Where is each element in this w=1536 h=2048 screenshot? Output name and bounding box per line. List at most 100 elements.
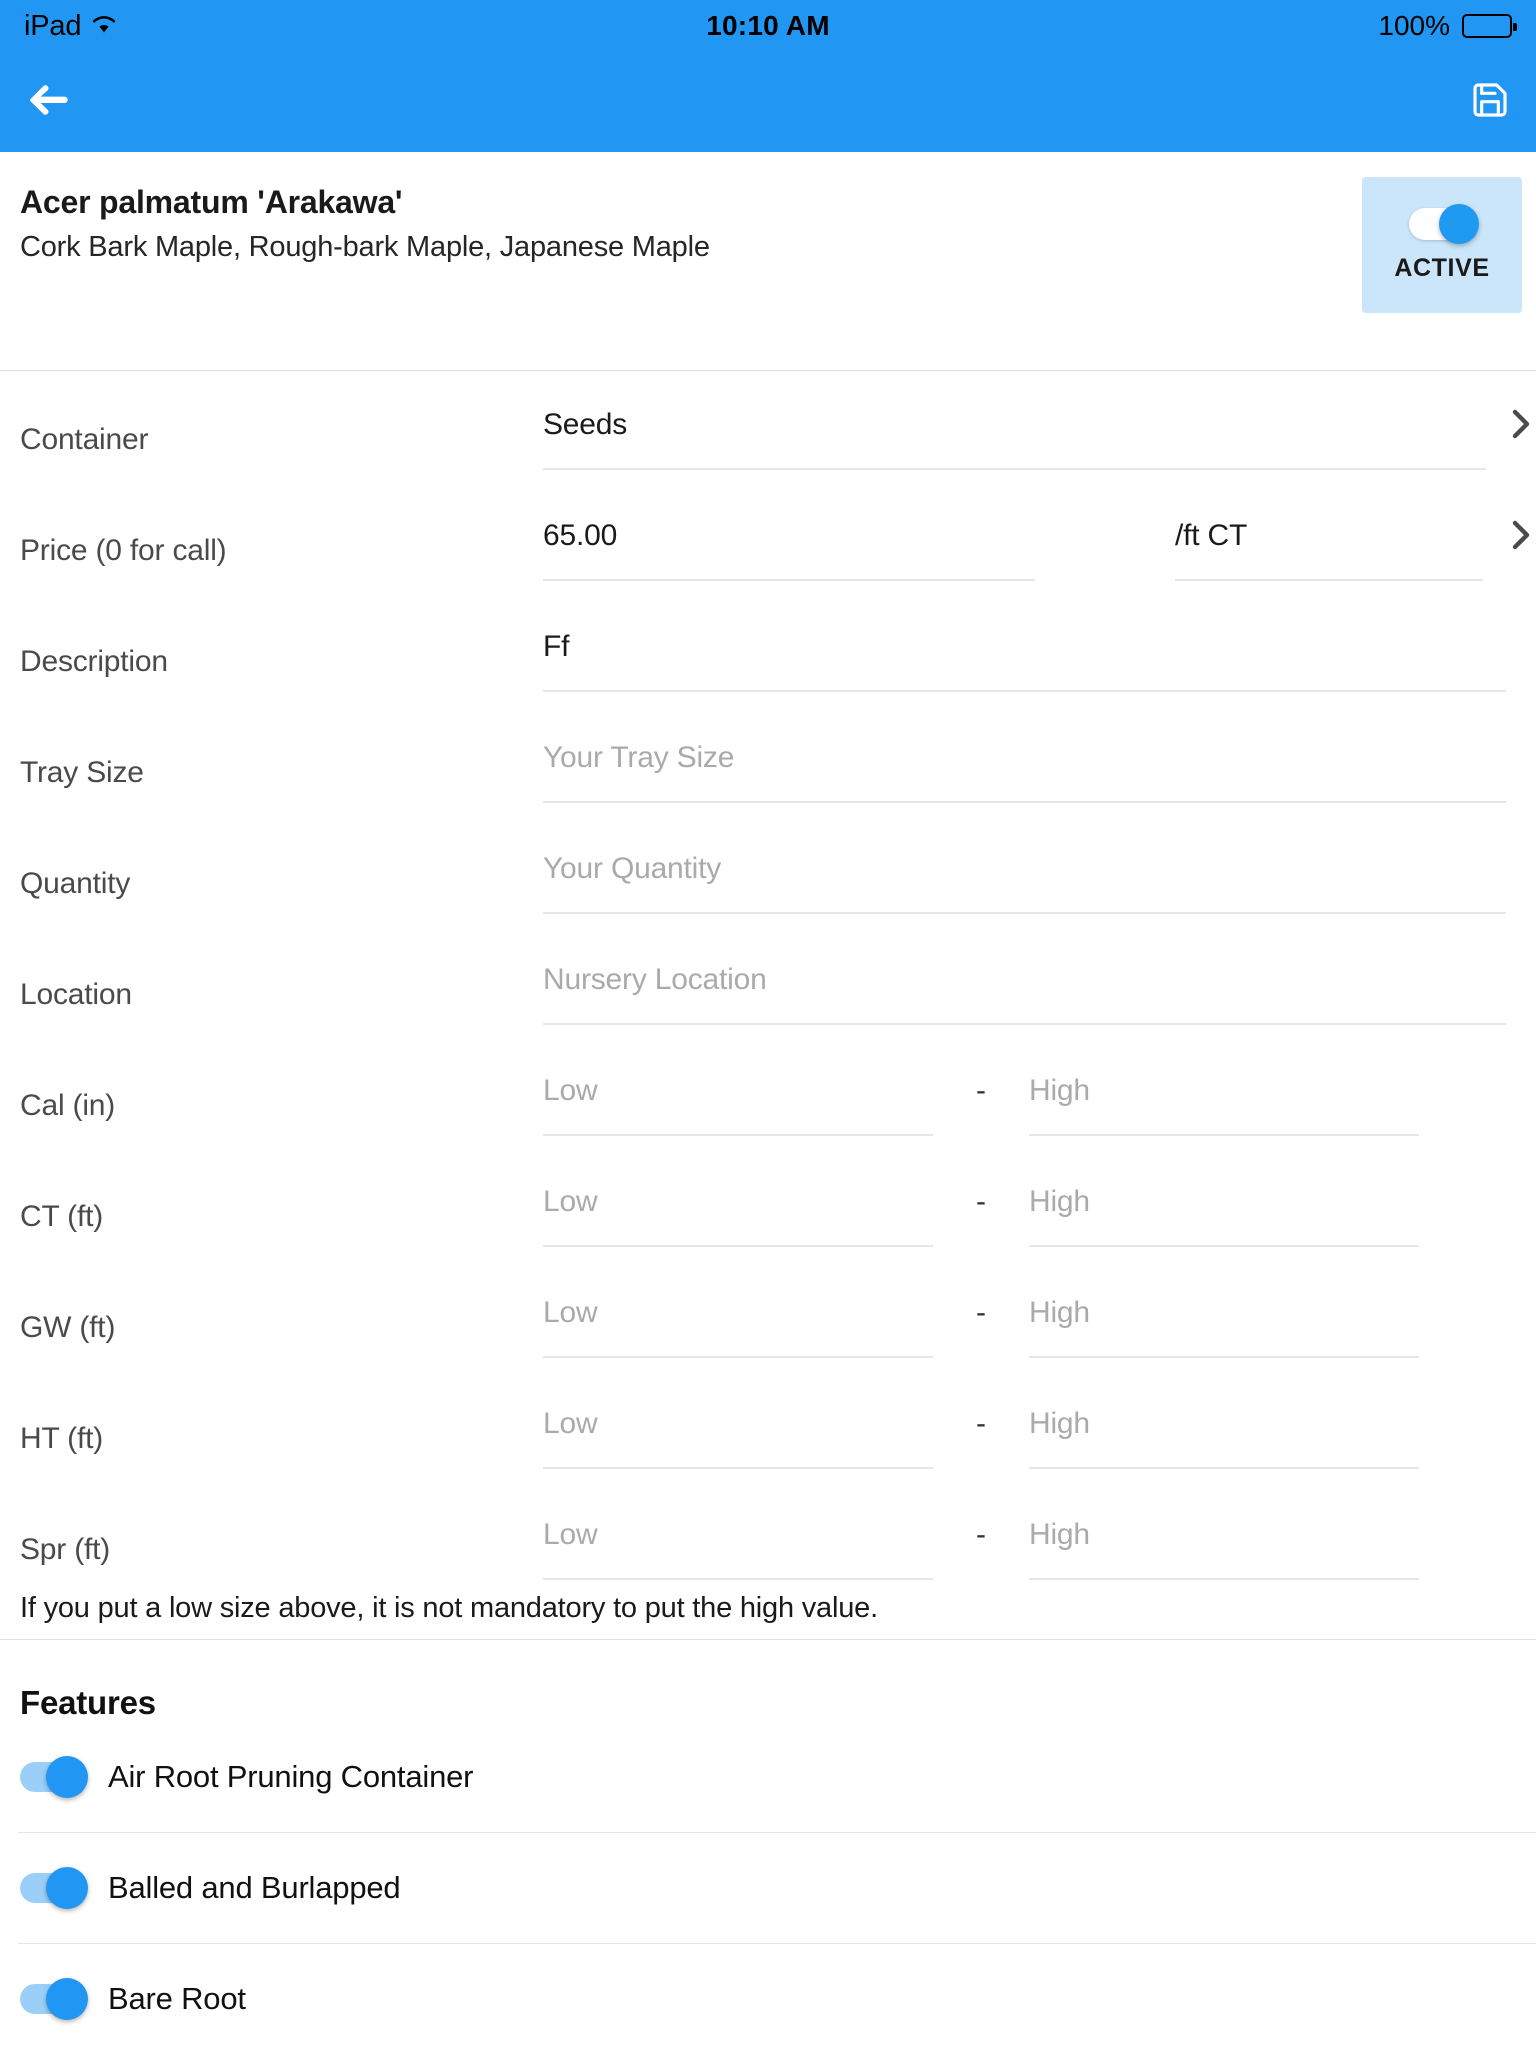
- navigation-bar: [0, 52, 1536, 152]
- form-row-quantity[interactable]: Quantity Your Quantity: [0, 815, 1536, 926]
- location-input[interactable]: Nursery Location: [543, 926, 1506, 1025]
- chevron-right-icon[interactable]: [1506, 518, 1536, 557]
- form-row-cal[interactable]: Cal (in) Low - High: [0, 1037, 1536, 1148]
- location-label: Location: [20, 978, 132, 1011]
- container-underline: [543, 468, 1486, 470]
- form-row-price[interactable]: Price (0 for call) 65.00 /ft CT: [0, 482, 1536, 593]
- spr-high-input[interactable]: High: [1029, 1481, 1419, 1580]
- price-label: Price (0 for call): [20, 534, 227, 567]
- gw-label: GW (ft): [20, 1311, 116, 1344]
- feature-switch[interactable]: [20, 1756, 88, 1798]
- container-value: Seeds: [543, 408, 628, 441]
- feature-toggle-balled-and-burlapped[interactable]: Balled and Burlapped: [0, 1833, 1536, 1943]
- feature-label: Bare Root: [108, 1981, 246, 2016]
- quantity-input[interactable]: Your Quantity: [543, 815, 1506, 914]
- ht-high-underline: [1029, 1467, 1419, 1469]
- feature-toggle-bare-root[interactable]: Bare Root: [0, 1944, 1536, 2048]
- active-switch[interactable]: [1409, 203, 1479, 244]
- form-row-container[interactable]: Container Seeds: [0, 371, 1536, 482]
- location-fields: Nursery Location: [543, 926, 1536, 1025]
- switch-thumb: [46, 1978, 88, 2020]
- description-value: Ff: [543, 630, 570, 663]
- active-toggle-label: ACTIVE: [1394, 253, 1490, 282]
- form-row-location[interactable]: Location Nursery Location: [0, 926, 1536, 1037]
- price-fields: 65.00 /ft CT: [543, 482, 1536, 581]
- ct-low-placeholder: Low: [543, 1185, 598, 1218]
- ct-low-underline: [543, 1245, 933, 1247]
- switch-thumb: [1439, 203, 1479, 244]
- chevron-right-icon[interactable]: [1506, 407, 1536, 446]
- battery-full-icon: [1462, 14, 1517, 38]
- cal-high-input[interactable]: High: [1029, 1037, 1419, 1136]
- spr-label: Spr (ft): [20, 1533, 111, 1566]
- ht-fields: Low - High: [543, 1370, 1536, 1469]
- cal-low-input[interactable]: Low: [543, 1037, 933, 1136]
- spr-high-underline: [1029, 1578, 1419, 1580]
- description-label: Description: [20, 645, 168, 678]
- cal-label: Cal (in): [20, 1089, 116, 1122]
- gw-fields: Low - High: [543, 1259, 1536, 1358]
- price-input[interactable]: 65.00: [543, 482, 1035, 581]
- ht-high-input[interactable]: High: [1029, 1370, 1419, 1469]
- tray-size-underline: [543, 801, 1506, 803]
- feature-switch[interactable]: [20, 1978, 88, 2020]
- quantity-underline: [543, 912, 1506, 914]
- quantity-label: Quantity: [20, 867, 131, 900]
- description-fields: Ff: [543, 593, 1536, 692]
- gw-high-placeholder: High: [1029, 1296, 1090, 1329]
- features-heading: Features: [20, 1684, 156, 1721]
- location-placeholder: Nursery Location: [543, 963, 767, 996]
- features-section: Features Air Root Pruning Container Ball…: [0, 1640, 1536, 2048]
- feature-toggle-air-root-pruning-container[interactable]: Air Root Pruning Container: [0, 1722, 1536, 1832]
- gw-low-underline: [543, 1356, 933, 1358]
- description-underline: [543, 690, 1506, 692]
- ct-low-input[interactable]: Low: [543, 1148, 933, 1247]
- ht-label: HT (ft): [20, 1422, 104, 1455]
- cal-low-underline: [543, 1134, 933, 1136]
- active-toggle[interactable]: ACTIVE: [1362, 177, 1522, 313]
- tray-size-label: Tray Size: [20, 756, 144, 789]
- save-button[interactable]: [1470, 80, 1510, 125]
- tray-size-fields: Your Tray Size: [543, 704, 1536, 803]
- form-row-ht[interactable]: HT (ft) Low - High: [0, 1370, 1536, 1481]
- form-row-ct[interactable]: CT (ft) Low - High: [0, 1148, 1536, 1259]
- floppy-disk-save-icon: [1470, 80, 1510, 125]
- switch-thumb: [46, 1867, 88, 1909]
- gw-low-input[interactable]: Low: [543, 1259, 933, 1358]
- tray-size-placeholder: Your Tray Size: [543, 741, 735, 774]
- size-helper-text: If you put a low size above, it is not m…: [20, 1592, 878, 1624]
- ht-low-input[interactable]: Low: [543, 1370, 933, 1469]
- container-fields: Seeds: [543, 371, 1536, 470]
- back-button[interactable]: [26, 80, 70, 125]
- ct-fields: Low - High: [543, 1148, 1536, 1247]
- ht-low-underline: [543, 1467, 933, 1469]
- container-select[interactable]: Seeds: [543, 371, 1486, 470]
- arrow-left-icon: [26, 80, 70, 125]
- price-unit-underline: [1175, 579, 1483, 581]
- plant-form: Container Seeds Price (0 for call) 65.00…: [0, 371, 1536, 1640]
- price-underline: [543, 579, 1035, 581]
- plant-header: Acer palmatum 'Arakawa' Cork Bark Maple,…: [0, 152, 1536, 370]
- ht-range-separator: -: [976, 1407, 986, 1440]
- price-unit-value: /ft CT: [1175, 519, 1248, 552]
- spr-low-input[interactable]: Low: [543, 1481, 933, 1580]
- gw-range-separator: -: [976, 1296, 986, 1329]
- form-row-spr[interactable]: Spr (ft) Low - High: [0, 1481, 1536, 1592]
- quantity-fields: Your Quantity: [543, 815, 1536, 914]
- plant-common-names: Cork Bark Maple, Rough-bark Maple, Japan…: [20, 231, 710, 263]
- form-row-gw[interactable]: GW (ft) Low - High: [0, 1259, 1536, 1370]
- form-row-tray-size[interactable]: Tray Size Your Tray Size: [0, 704, 1536, 815]
- tray-size-input[interactable]: Your Tray Size: [543, 704, 1506, 803]
- gw-high-input[interactable]: High: [1029, 1259, 1419, 1358]
- form-row-description[interactable]: Description Ff: [0, 593, 1536, 704]
- page-title: Acer palmatum 'Arakawa': [20, 184, 403, 220]
- feature-switch[interactable]: [20, 1867, 88, 1909]
- spr-high-placeholder: High: [1029, 1518, 1090, 1551]
- ct-range-separator: -: [976, 1185, 986, 1218]
- ht-low-placeholder: Low: [543, 1407, 598, 1440]
- description-input[interactable]: Ff: [543, 593, 1506, 692]
- price-unit-select[interactable]: /ft CT: [1175, 482, 1483, 581]
- gw-low-placeholder: Low: [543, 1296, 598, 1329]
- feature-label: Air Root Pruning Container: [108, 1759, 474, 1794]
- ct-high-input[interactable]: High: [1029, 1148, 1419, 1247]
